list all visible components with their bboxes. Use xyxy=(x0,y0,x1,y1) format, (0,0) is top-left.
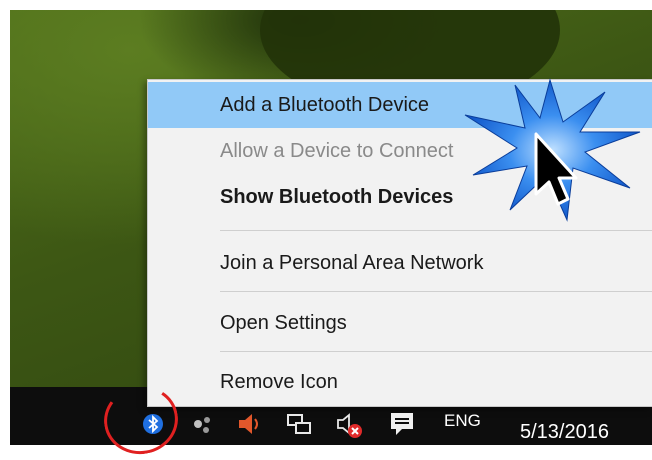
menu-item-remove-icon[interactable]: Remove Icon xyxy=(148,356,652,408)
network-share-icon[interactable] xyxy=(190,414,214,436)
input-language-indicator[interactable]: ENG xyxy=(444,411,481,431)
muted-speaker-icon[interactable] xyxy=(335,412,365,440)
menu-item-join-personal-area-network[interactable]: Join a Personal Area Network xyxy=(148,236,652,290)
menu-separator xyxy=(220,230,652,231)
menu-item-label: Join a Personal Area Network xyxy=(220,251,484,274)
bluetooth-icon[interactable] xyxy=(142,412,164,436)
network-icon[interactable] xyxy=(285,412,313,438)
mouse-cursor-icon xyxy=(534,132,578,206)
menu-item-label: Add a Bluetooth Device xyxy=(220,93,430,116)
menu-separator xyxy=(220,351,652,352)
menu-item-label: Remove Icon xyxy=(220,370,338,393)
menu-item-label: Open Settings xyxy=(220,311,347,334)
taskbar-clock-date[interactable]: 5/13/2016 xyxy=(520,421,609,444)
menu-item-open-settings[interactable]: Open Settings xyxy=(148,296,652,350)
action-center-icon[interactable] xyxy=(388,410,416,438)
menu-item-label: Allow a Device to Connect xyxy=(220,139,454,162)
menu-item-label: Show Bluetooth Devices xyxy=(220,185,454,208)
volume-icon[interactable] xyxy=(236,412,262,436)
menu-separator xyxy=(220,291,652,292)
